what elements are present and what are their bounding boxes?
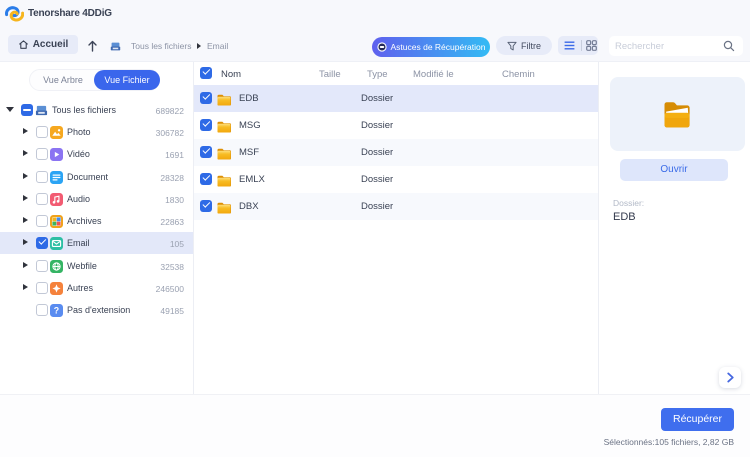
svg-text:?: ? — [54, 305, 59, 315]
